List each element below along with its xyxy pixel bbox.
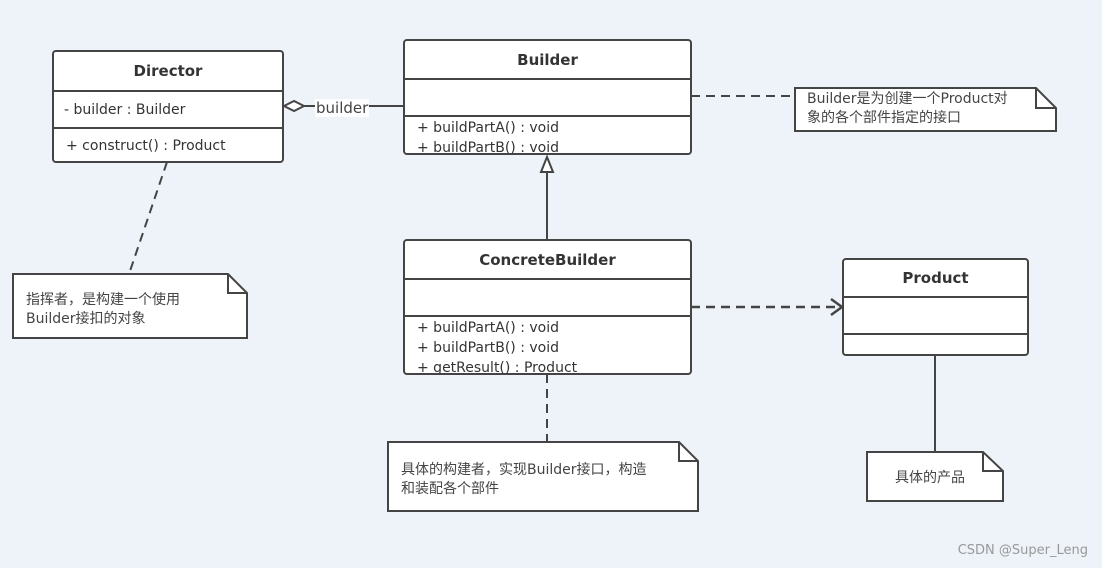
class-concrete-builder[interactable]: ConcreteBuilder + buildPartA() : void + … (403, 239, 692, 375)
note-line: Builder是为创建一个Product对 (807, 91, 1008, 107)
class-operation: + getResult() : Product (417, 360, 578, 375)
note-line: 具体的构建者，实现Builder接口，构造 (401, 462, 647, 478)
class-builder[interactable]: Builder + buildPartA() : void + buildPar… (403, 39, 692, 155)
class-name: ConcreteBuilder (405, 241, 690, 280)
generalization-arrow-icon (539, 154, 555, 173)
association-label: builder (315, 99, 370, 117)
class-attribute: - builder : Builder (54, 92, 282, 129)
class-name: Director (54, 52, 282, 92)
note-line: 具体的产品 (895, 470, 965, 486)
note-line: 象的各个部件指定的接口 (807, 110, 961, 126)
aggregation-diamond-icon (281, 99, 307, 113)
class-name: Builder (405, 41, 690, 80)
class-operations: + buildPartA() : void + buildPartB() : v… (405, 317, 690, 375)
class-director[interactable]: Director - builder : Builder + construct… (52, 50, 284, 163)
note-line: Builder接扣的对象 (26, 311, 146, 327)
class-operations: + buildPartA() : void + buildPartB() : v… (405, 117, 690, 155)
note-line: 指挥者，是构建一个使用 (26, 292, 180, 308)
note-builder: Builder是为创建一个Product对 象的各个部件指定的接口 (807, 90, 1008, 128)
class-attributes-empty (844, 298, 1027, 335)
class-product[interactable]: Product (842, 258, 1029, 356)
watermark: CSDN @Super_Leng (957, 543, 1088, 558)
note-concrete-builder: 具体的构建者，实现Builder接口，构造 和装配各个部件 (401, 461, 647, 499)
class-operation: + construct() : Product (66, 138, 226, 154)
class-name: Product (844, 260, 1027, 298)
class-operation: + buildPartB() : void (417, 140, 560, 155)
class-operation: + buildPartB() : void (417, 340, 560, 356)
note-director: 指挥者，是构建一个使用 Builder接扣的对象 (26, 291, 180, 329)
class-attributes-empty (405, 280, 690, 317)
note-line: 和装配各个部件 (401, 481, 499, 497)
class-operation: + buildPartA() : void (417, 320, 559, 336)
director-note-link (128, 161, 168, 275)
note-product: 具体的产品 (895, 469, 965, 488)
class-operation: + buildPartA() : void (417, 120, 559, 136)
class-attributes-empty (405, 80, 690, 117)
